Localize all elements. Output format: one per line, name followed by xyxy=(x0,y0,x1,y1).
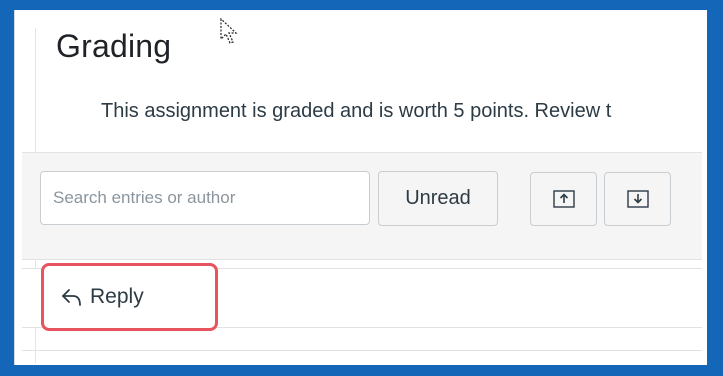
reply-button[interactable]: Reply xyxy=(41,263,218,331)
unread-label: Unread xyxy=(405,187,471,209)
arrow-down-in-box-icon xyxy=(626,190,649,208)
divider xyxy=(22,350,702,351)
mouse-cursor-icon xyxy=(220,18,238,44)
reply-arrow-icon xyxy=(62,289,81,306)
expand-threads-button[interactable] xyxy=(530,172,597,226)
page-title: Grading xyxy=(56,28,172,64)
collapse-threads-button[interactable] xyxy=(604,172,671,226)
arrow-up-in-box-icon xyxy=(552,190,575,208)
assignment-description: This assignment is graded and is worth 5… xyxy=(101,100,612,122)
reply-label: Reply xyxy=(90,285,144,308)
search-input[interactable] xyxy=(40,171,370,225)
unread-filter-button[interactable]: Unread xyxy=(378,171,498,226)
